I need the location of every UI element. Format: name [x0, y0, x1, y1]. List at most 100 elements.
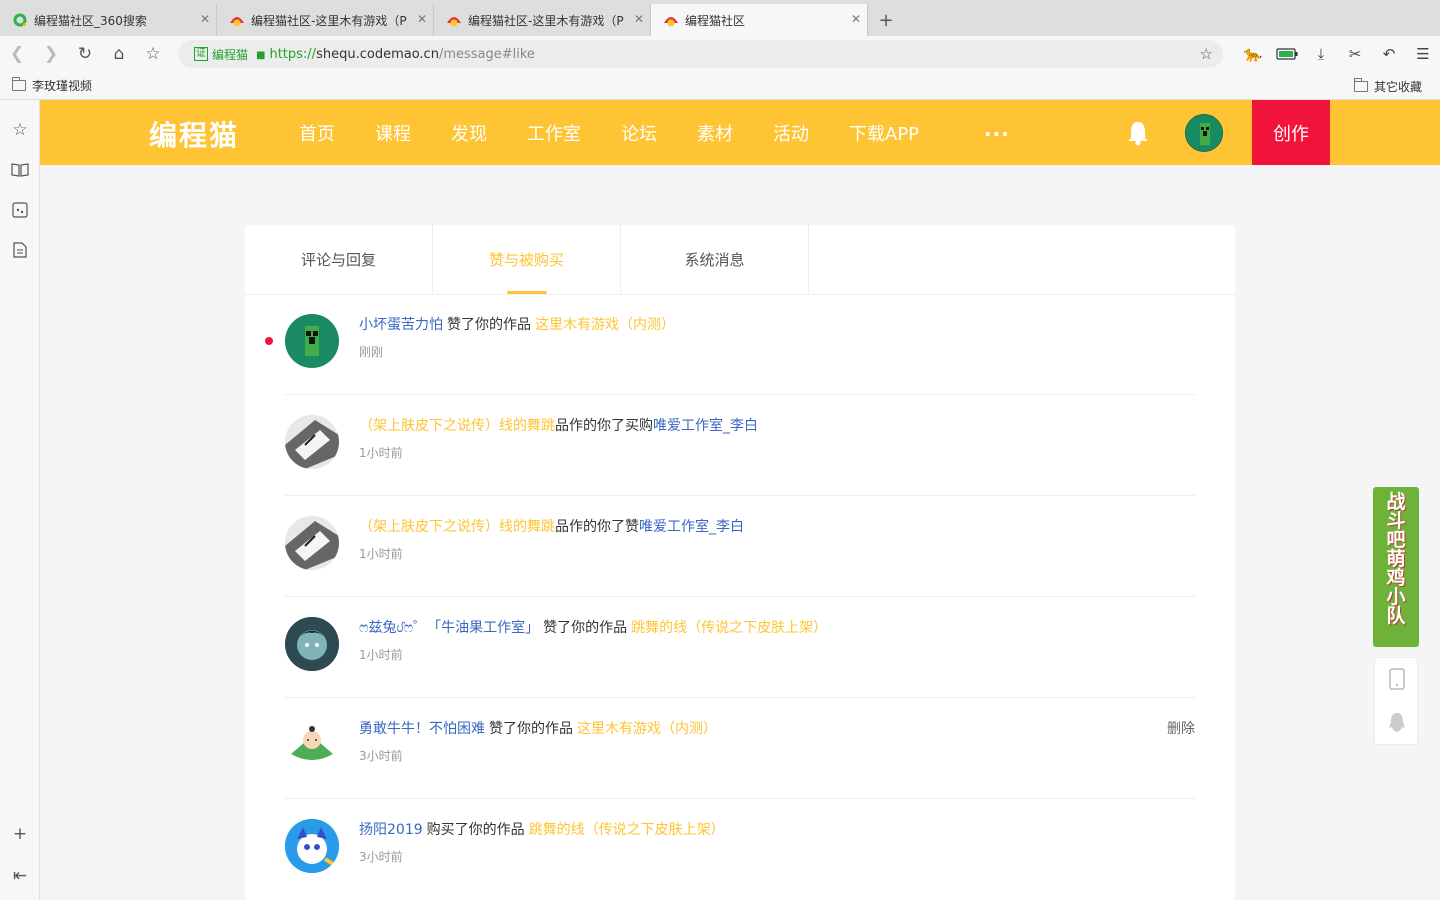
message-user-link[interactable]: 小坏蛋苦力怕	[359, 317, 443, 333]
bookmark-label: 李玫瑾视频	[32, 79, 93, 93]
message-time: 1小时前	[359, 648, 403, 662]
message-text: （架上肤皮下之说传）线的舞跳品作的你了赞唯爱工作室_李白	[359, 516, 744, 536]
message-time: 1小时前	[359, 446, 403, 460]
more-menu-icon[interactable]: ···	[984, 122, 1010, 146]
url-path: /message#like	[438, 46, 535, 62]
close-icon[interactable]: ✕	[200, 12, 210, 26]
nav-forum[interactable]: 论坛	[621, 120, 657, 146]
user-avatar[interactable]	[1185, 114, 1223, 152]
message-user-link[interactable]: 勇敢牛牛！不怕困难	[359, 721, 485, 737]
favorites-star-icon[interactable]: ☆	[0, 115, 40, 145]
message-user-link[interactable]: 扬阳2019	[359, 822, 423, 838]
message-user-link[interactable]: ෆ兹兔ᦔෆ゜「牛油果工作室」	[359, 620, 539, 636]
browser-sidebar: ☆ + ⇤	[0, 100, 40, 900]
message-time: 3小时前	[359, 850, 403, 864]
360-search-icon	[12, 12, 28, 28]
create-button[interactable]: 创作	[1252, 100, 1330, 165]
message-user-link[interactable]: 唯爱工作室_李白	[653, 418, 758, 434]
tablet-icon[interactable]	[1387, 668, 1407, 690]
delete-button[interactable]: 删除	[1167, 718, 1195, 738]
close-icon[interactable]: ✕	[417, 12, 427, 26]
nav-courses[interactable]: 课程	[375, 120, 411, 146]
message-work-link[interactable]: 跳舞的线（传说之下皮肤上架）	[529, 822, 725, 838]
browser-tab-active[interactable]: 编程猫社区 ✕	[651, 4, 868, 36]
add-icon[interactable]: +	[0, 819, 40, 849]
nav-download-app[interactable]: 下载APP	[849, 120, 919, 146]
floating-ad-banner[interactable]: 战斗吧萌鸡小队	[1373, 487, 1419, 647]
message-time: 3小时前	[359, 749, 403, 763]
message-item: 勇敢牛牛！不怕困难 赞了你的作品 这里木有游戏（内测） 3小时前 删除	[285, 698, 1195, 799]
other-bookmarks[interactable]: 其它收藏	[1342, 72, 1434, 100]
tab-system[interactable]: 系统消息	[621, 225, 809, 294]
notes-icon[interactable]	[0, 235, 40, 265]
nav-events[interactable]: 活动	[773, 120, 809, 146]
message-item: 扬阳2019 购买了你的作品 跳舞的线（传说之下皮肤上架） 3小时前	[285, 799, 1195, 900]
browser-toolbar: ❮ ❯ ↻ ⌂ ☆ 证 编程猫 ■ https://shequ.codemao.c…	[0, 36, 1440, 72]
nav-discover[interactable]: 发现	[451, 120, 487, 146]
message-user-link[interactable]: 唯爱工作室_李白	[639, 519, 744, 535]
menu-icon[interactable]: ☰	[1406, 36, 1440, 72]
message-work-link[interactable]: （架上肤皮下之说传）线的舞跳	[359, 418, 555, 434]
browser-tab-title: 编程猫社区_360搜索	[34, 13, 147, 28]
battery-icon[interactable]	[1270, 36, 1304, 72]
message-work-link[interactable]: 跳舞的线（传说之下皮肤上架）	[631, 620, 827, 636]
nav-studio[interactable]: 工作室	[527, 120, 581, 146]
address-bar[interactable]: 证 编程猫 ■ https://shequ.codemao.cn/message#…	[178, 40, 1223, 68]
sketch-avatar[interactable]	[285, 516, 339, 570]
home-icon[interactable]: ⌂	[102, 36, 136, 72]
forward-icon[interactable]: ❯	[34, 36, 68, 72]
certificate-site: 编程猫	[212, 47, 249, 62]
message-tabs: 评论与回复 赞与被购买 系统消息	[245, 225, 1235, 295]
bell-icon[interactable]	[1127, 120, 1149, 146]
message-action: 品作的你了买购	[555, 418, 653, 434]
message-text: 小坏蛋苦力怕 赞了你的作品 这里木有游戏（内测）	[359, 314, 675, 334]
close-icon[interactable]: ✕	[634, 12, 644, 26]
qq-icon[interactable]	[1387, 712, 1407, 734]
main-nav: 首页 课程 发现 工作室 论坛 素材 活动 下载APP	[299, 100, 959, 165]
tab-likes[interactable]: 赞与被购买	[433, 225, 621, 294]
close-icon[interactable]: ✕	[851, 12, 861, 26]
download-icon[interactable]: ⤓	[1304, 36, 1338, 72]
message-item: 小坏蛋苦力怕 赞了你的作品 这里木有游戏（内测） 刚刚	[265, 294, 1195, 395]
site-header: 编程猫 首页 课程 发现 工作室 论坛 素材 活动 下载APP ··· 创作	[40, 100, 1440, 165]
reload-icon[interactable]: ↻	[68, 36, 102, 72]
message-work-link[interactable]: 这里木有游戏（内测）	[577, 721, 717, 737]
message-item: ෆ兹兔ᦔෆ゜「牛油果工作室」 赞了你的作品 跳舞的线（传说之下皮肤上架） 1小时前	[285, 597, 1195, 698]
message-item: （架上肤皮下之说传）线的舞跳品作的你了赞唯爱工作室_李白 1小时前	[285, 496, 1195, 597]
extension-icon[interactable]: 🐆	[1236, 36, 1270, 72]
zongzi-avatar[interactable]	[285, 718, 339, 772]
cat-avatar[interactable]	[285, 819, 339, 873]
message-work-link[interactable]: （架上肤皮下之说传）线的舞跳	[359, 519, 555, 535]
bookmark-folder[interactable]: 李玫瑾视频	[0, 77, 104, 94]
message-work-link[interactable]: 这里木有游戏（内测）	[535, 317, 675, 333]
favorite-star-icon[interactable]: ☆	[1200, 45, 1213, 63]
browser-tab-title: 编程猫社区-这里木有游戏（P	[251, 13, 407, 28]
message-time: 1小时前	[359, 547, 403, 561]
ad-text: 战斗吧萌鸡小队	[1386, 491, 1406, 627]
anime-avatar[interactable]	[285, 617, 339, 671]
message-text: 扬阳2019 购买了你的作品 跳舞的线（传说之下皮肤上架）	[359, 819, 725, 839]
browser-tab[interactable]: 编程猫社区-这里木有游戏（P ✕	[217, 4, 434, 36]
bookmark-star-icon[interactable]: ☆	[136, 36, 170, 72]
collapse-sidebar-icon[interactable]: ⇤	[0, 861, 40, 891]
undo-icon[interactable]: ↶	[1372, 36, 1406, 72]
browser-tab[interactable]: 编程猫社区-这里木有游戏（P ✕	[434, 4, 651, 36]
url-text[interactable]: ■ https://shequ.codemao.cn/message#like	[256, 47, 535, 62]
game-icon[interactable]	[0, 195, 40, 225]
creeper-avatar[interactable]	[285, 314, 339, 368]
nav-home[interactable]: 首页	[299, 120, 335, 146]
certificate-badge[interactable]: 证 编程猫	[194, 46, 248, 63]
book-icon[interactable]	[0, 155, 40, 185]
lock-icon: ■	[256, 49, 266, 61]
new-tab-button[interactable]: +	[868, 4, 904, 36]
scissors-icon[interactable]: ✂	[1338, 36, 1372, 72]
sketch-avatar[interactable]	[285, 415, 339, 469]
message-card: 评论与回复 赞与被购买 系统消息 小坏蛋苦力怕 赞了你的作品 这里木有游戏（内测） …	[245, 225, 1235, 900]
back-icon[interactable]: ❮	[0, 36, 34, 72]
browser-tab-title: 编程猫社区	[685, 13, 746, 28]
tab-comments[interactable]: 评论与回复	[245, 225, 433, 294]
site-logo[interactable]: 编程猫	[149, 114, 239, 154]
browser-tab[interactable]: 编程猫社区_360搜索 ✕	[0, 4, 217, 36]
message-text: （架上肤皮下之说传）线的舞跳品作的你了买购唯爱工作室_李白	[359, 415, 758, 435]
nav-materials[interactable]: 素材	[697, 120, 733, 146]
